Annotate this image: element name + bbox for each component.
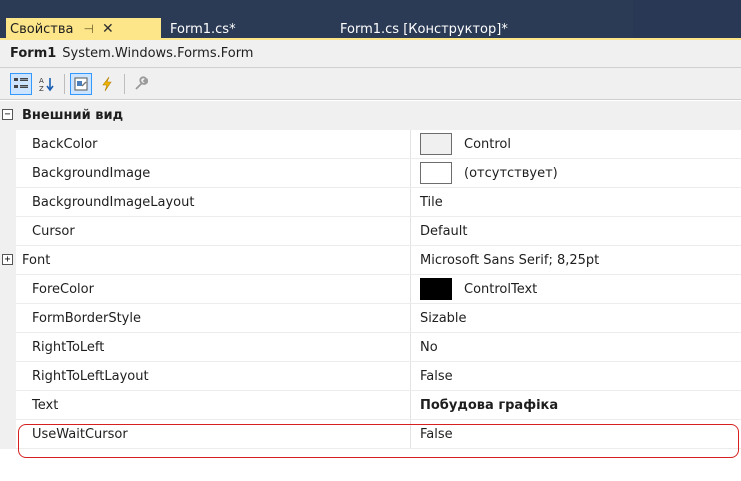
toolbar-separator (64, 74, 65, 94)
svg-text:A: A (39, 77, 44, 85)
property-value[interactable]: Побудова графіка (420, 391, 730, 420)
property-row-font[interactable]: + Font Microsoft Sans Serif; 8,25pt (0, 246, 741, 275)
properties-icon[interactable] (70, 73, 92, 95)
properties-toolbar: A Z (0, 68, 741, 100)
property-row-backgroundimage[interactable]: BackgroundImage (отсутствует) (0, 159, 741, 188)
property-value[interactable]: Microsoft Sans Serif; 8,25pt (420, 246, 730, 275)
tab-form1-cs-label: Form1.cs* (170, 21, 236, 37)
property-name: RightToLeftLayout (32, 369, 149, 384)
property-name: Text (32, 398, 59, 413)
property-name: BackgroundImage (32, 166, 151, 181)
events-icon[interactable] (96, 73, 118, 95)
toolbar-separator (124, 74, 125, 94)
tab-form1-designer-label: Form1.cs [Конструктор]* (340, 21, 508, 37)
property-row-righttoleft[interactable]: RightToLeft No (0, 333, 741, 362)
category-appearance[interactable]: − Внешний вид (0, 101, 741, 130)
property-row-cursor[interactable]: Cursor Default (0, 217, 741, 246)
property-value[interactable]: No (420, 333, 730, 362)
property-value[interactable]: Sizable (420, 304, 730, 333)
alphabetical-icon[interactable]: A Z (36, 73, 58, 95)
property-row-formborderstyle[interactable]: FormBorderStyle Sizable (0, 304, 741, 333)
close-icon[interactable]: ✕ (102, 21, 114, 37)
property-value[interactable]: (отсутствует) (420, 159, 730, 188)
document-tab-strip: Свойства ⊣ ✕ Form1.cs* Form1.cs [Констру… (0, 0, 741, 40)
tab-form1-designer[interactable]: Form1.cs [Конструктор]* (334, 18, 624, 40)
tabstrip-empty-area (633, 0, 741, 38)
property-name: ForeColor (32, 282, 94, 297)
pin-icon[interactable]: ⊣ (84, 22, 94, 36)
expand-icon[interactable]: + (2, 254, 13, 265)
category-label: Внешний вид (22, 108, 124, 123)
tab-properties[interactable]: Свойства ⊣ ✕ (6, 18, 161, 40)
property-name: BackgroundImageLayout (32, 195, 195, 210)
object-type: System.Windows.Forms.Form (62, 46, 254, 61)
tab-form1-cs[interactable]: Form1.cs* (164, 18, 324, 40)
image-preview (420, 161, 452, 184)
property-value[interactable]: False (420, 362, 730, 391)
property-value[interactable]: Default (420, 217, 730, 246)
color-swatch (420, 277, 452, 300)
property-name: BackColor (32, 137, 98, 152)
color-swatch (420, 132, 452, 155)
highlight-annotation (18, 424, 739, 458)
property-pages-icon[interactable] (130, 73, 152, 95)
categorized-icon[interactable] (10, 73, 32, 95)
property-row-backcolor[interactable]: BackColor Control (0, 130, 741, 159)
property-value[interactable]: Control (420, 130, 730, 159)
property-value[interactable]: Tile (420, 188, 730, 217)
property-row-text[interactable]: Text Побудова графіка (0, 391, 741, 420)
property-value[interactable]: ControlText (420, 275, 730, 304)
property-row-backgroundimagelayout[interactable]: BackgroundImageLayout Tile (0, 188, 741, 217)
property-row-forecolor[interactable]: ForeColor ControlText (0, 275, 741, 304)
property-grid: − Внешний вид BackColor Control Backgrou… (0, 101, 741, 449)
object-name: Form1 (10, 46, 57, 61)
property-name: Cursor (32, 224, 75, 239)
property-row-righttoleftlayout[interactable]: RightToLeftLayout False (0, 362, 741, 391)
property-name: FormBorderStyle (32, 311, 141, 326)
property-name: Font (22, 253, 51, 268)
property-name: RightToLeft (32, 340, 105, 355)
tab-properties-label: Свойства (10, 21, 74, 37)
svg-text:Z: Z (39, 85, 44, 92)
collapse-icon[interactable]: − (2, 109, 13, 120)
object-selector[interactable]: Form1 System.Windows.Forms.Form (0, 40, 741, 68)
